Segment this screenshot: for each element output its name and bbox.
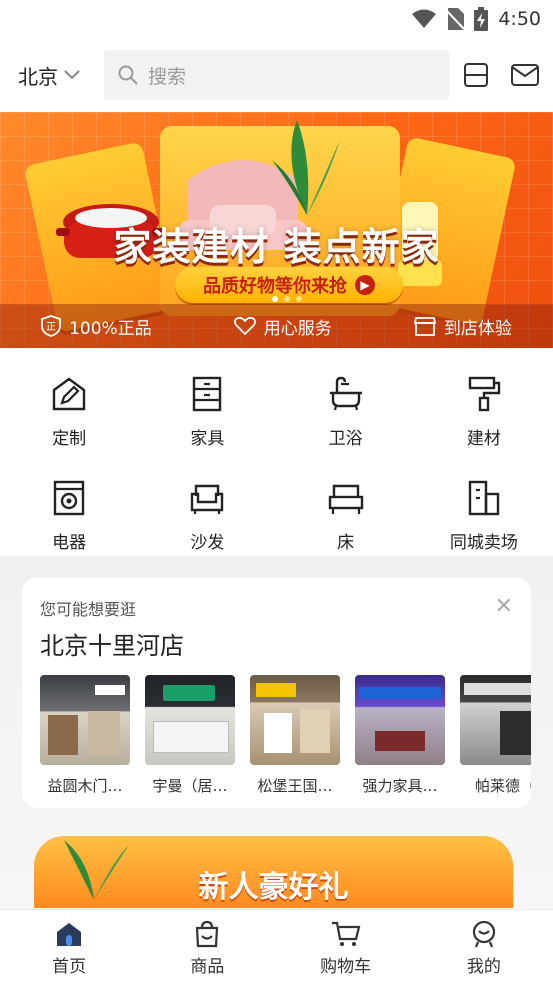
guarantee-strip: 正 100%正品 用心服务 到店体验 <box>0 304 553 348</box>
shop-image <box>460 675 531 765</box>
cabinet-icon <box>193 376 222 412</box>
category-label: 沙发 <box>190 533 225 553</box>
category-label: 卫浴 <box>328 429 363 449</box>
bag-icon <box>196 920 219 948</box>
carousel-dots <box>272 296 302 302</box>
guarantee-service: 用心服务 <box>233 314 332 339</box>
guarantee-label: 用心服务 <box>263 318 332 339</box>
shop-name: 松堡王国… <box>257 777 333 795</box>
category-label: 建材 <box>466 429 501 449</box>
bed-icon <box>328 484 363 514</box>
tab-profile[interactable]: 我的 <box>415 910 553 983</box>
shop-item[interactable]: 益圆木门… <box>40 675 130 796</box>
scan-icon[interactable] <box>463 62 489 88</box>
search-placeholder: 搜索 <box>148 65 187 88</box>
sofa-icon <box>191 484 224 514</box>
category-grid: 定制 家具 卫浴 建材 电器 沙发 床 同城卖场 <box>0 348 553 556</box>
category-label: 电器 <box>52 533 87 553</box>
category-label: 家具 <box>190 429 225 449</box>
category-label: 同城卖场 <box>449 533 518 553</box>
category-materials[interactable]: 建材 <box>415 376 553 480</box>
paint-roller-icon <box>468 376 501 412</box>
cart-icon <box>331 921 361 946</box>
heart-hand-icon <box>233 316 256 336</box>
search-icon <box>118 65 138 85</box>
tab-label: 购物车 <box>320 957 372 977</box>
guarantee-label: 到店体验 <box>443 318 512 339</box>
category-sofa[interactable]: 沙发 <box>138 480 276 584</box>
banner-cta-label: 品质好物等你来抢 <box>203 276 347 297</box>
chevron-right-icon: ▶ <box>355 275 375 295</box>
city-selector[interactable]: 北京 <box>18 61 104 90</box>
shop-name: 宇曼（居… <box>152 777 228 795</box>
guarantee-store: 到店体验 <box>413 314 512 339</box>
tab-products[interactable]: 商品 <box>138 910 276 983</box>
recommend-store-name[interactable]: 北京十里河店 <box>40 626 531 661</box>
category-label: 床 <box>337 533 355 553</box>
bathtub-icon <box>329 376 362 411</box>
guarantee-label: 100%正品 <box>69 318 152 339</box>
shop-thumbnails: 益圆木门… 宇曼（居… 松堡王国… 强力家具… 帕莱德（ <box>40 675 531 796</box>
recommend-hint: 您可能想要逛 <box>40 600 137 619</box>
promo-title: 新人豪好礼 <box>198 870 349 905</box>
shop-item[interactable]: 强力家具… <box>355 675 445 796</box>
shop-name: 帕莱德（ <box>474 777 531 795</box>
recommend-card: 您可能想要逛 北京十里河店 ✕ 益圆木门… 宇曼（居… 松堡王国… 强力家具… … <box>22 578 531 808</box>
banner-headline: 家装建材 装点新家 <box>113 225 440 269</box>
plant-illustration <box>272 120 340 215</box>
category-bath[interactable]: 卫浴 <box>277 376 415 480</box>
tab-label: 商品 <box>190 957 225 977</box>
washing-machine-icon <box>53 480 85 516</box>
no-sim-icon <box>446 8 465 30</box>
shop-image <box>250 675 340 765</box>
city-label: 北京 <box>18 64 58 89</box>
status-bar: 4:50 <box>0 0 553 38</box>
category-custom[interactable]: 定制 <box>0 376 138 480</box>
category-local-mall[interactable]: 同城卖场 <box>415 480 553 584</box>
tab-label: 首页 <box>52 957 87 977</box>
tab-label: 我的 <box>466 957 501 977</box>
chevron-down-icon <box>64 70 80 80</box>
message-icon[interactable] <box>511 64 539 86</box>
category-appliances[interactable]: 电器 <box>0 480 138 584</box>
shop-image <box>40 675 130 765</box>
shop-image <box>145 675 235 765</box>
recommend-section: 您可能想要逛 北京十里河店 ✕ 益圆木门… 宇曼（居… 松堡王国… 强力家具… … <box>0 578 553 908</box>
top-bar: 北京 搜索 <box>0 38 553 112</box>
clock: 4:50 <box>498 8 541 30</box>
newcomer-promo-banner[interactable]: 新人豪好礼 <box>34 836 513 908</box>
search-input[interactable]: 搜索 <box>104 50 449 100</box>
shop-image <box>355 675 445 765</box>
guarantee-authentic: 正 100%正品 <box>41 314 152 339</box>
shop-name: 益圆木门… <box>47 777 123 795</box>
svg-text:正: 正 <box>46 322 56 333</box>
building-icon <box>468 480 500 516</box>
shop-item[interactable]: 帕莱德（ <box>460 675 531 796</box>
category-bed[interactable]: 床 <box>277 480 415 584</box>
shop-item[interactable]: 宇曼（居… <box>145 675 235 796</box>
battery-charging-icon <box>474 7 489 31</box>
home-icon <box>57 923 82 946</box>
store-icon <box>413 317 436 336</box>
wifi-icon <box>412 9 437 29</box>
promo-banner[interactable]: 家装建材 装点新家 品质好物等你来抢 ▶ 正 100%正品 用心服务 到店体验 <box>0 112 553 348</box>
shop-name: 强力家具… <box>362 777 438 795</box>
profile-icon <box>472 920 495 948</box>
category-furniture[interactable]: 家具 <box>138 376 276 480</box>
pencil-house-icon <box>52 377 86 411</box>
shop-item[interactable]: 松堡王国… <box>250 675 340 796</box>
category-label: 定制 <box>52 429 87 449</box>
shield-icon: 正 <box>41 315 61 337</box>
bottom-tab-bar: 首页 商品 购物车 我的 <box>0 909 553 983</box>
close-icon[interactable]: ✕ <box>495 594 513 619</box>
tab-home[interactable]: 首页 <box>0 910 138 983</box>
tab-cart[interactable]: 购物车 <box>277 910 415 983</box>
